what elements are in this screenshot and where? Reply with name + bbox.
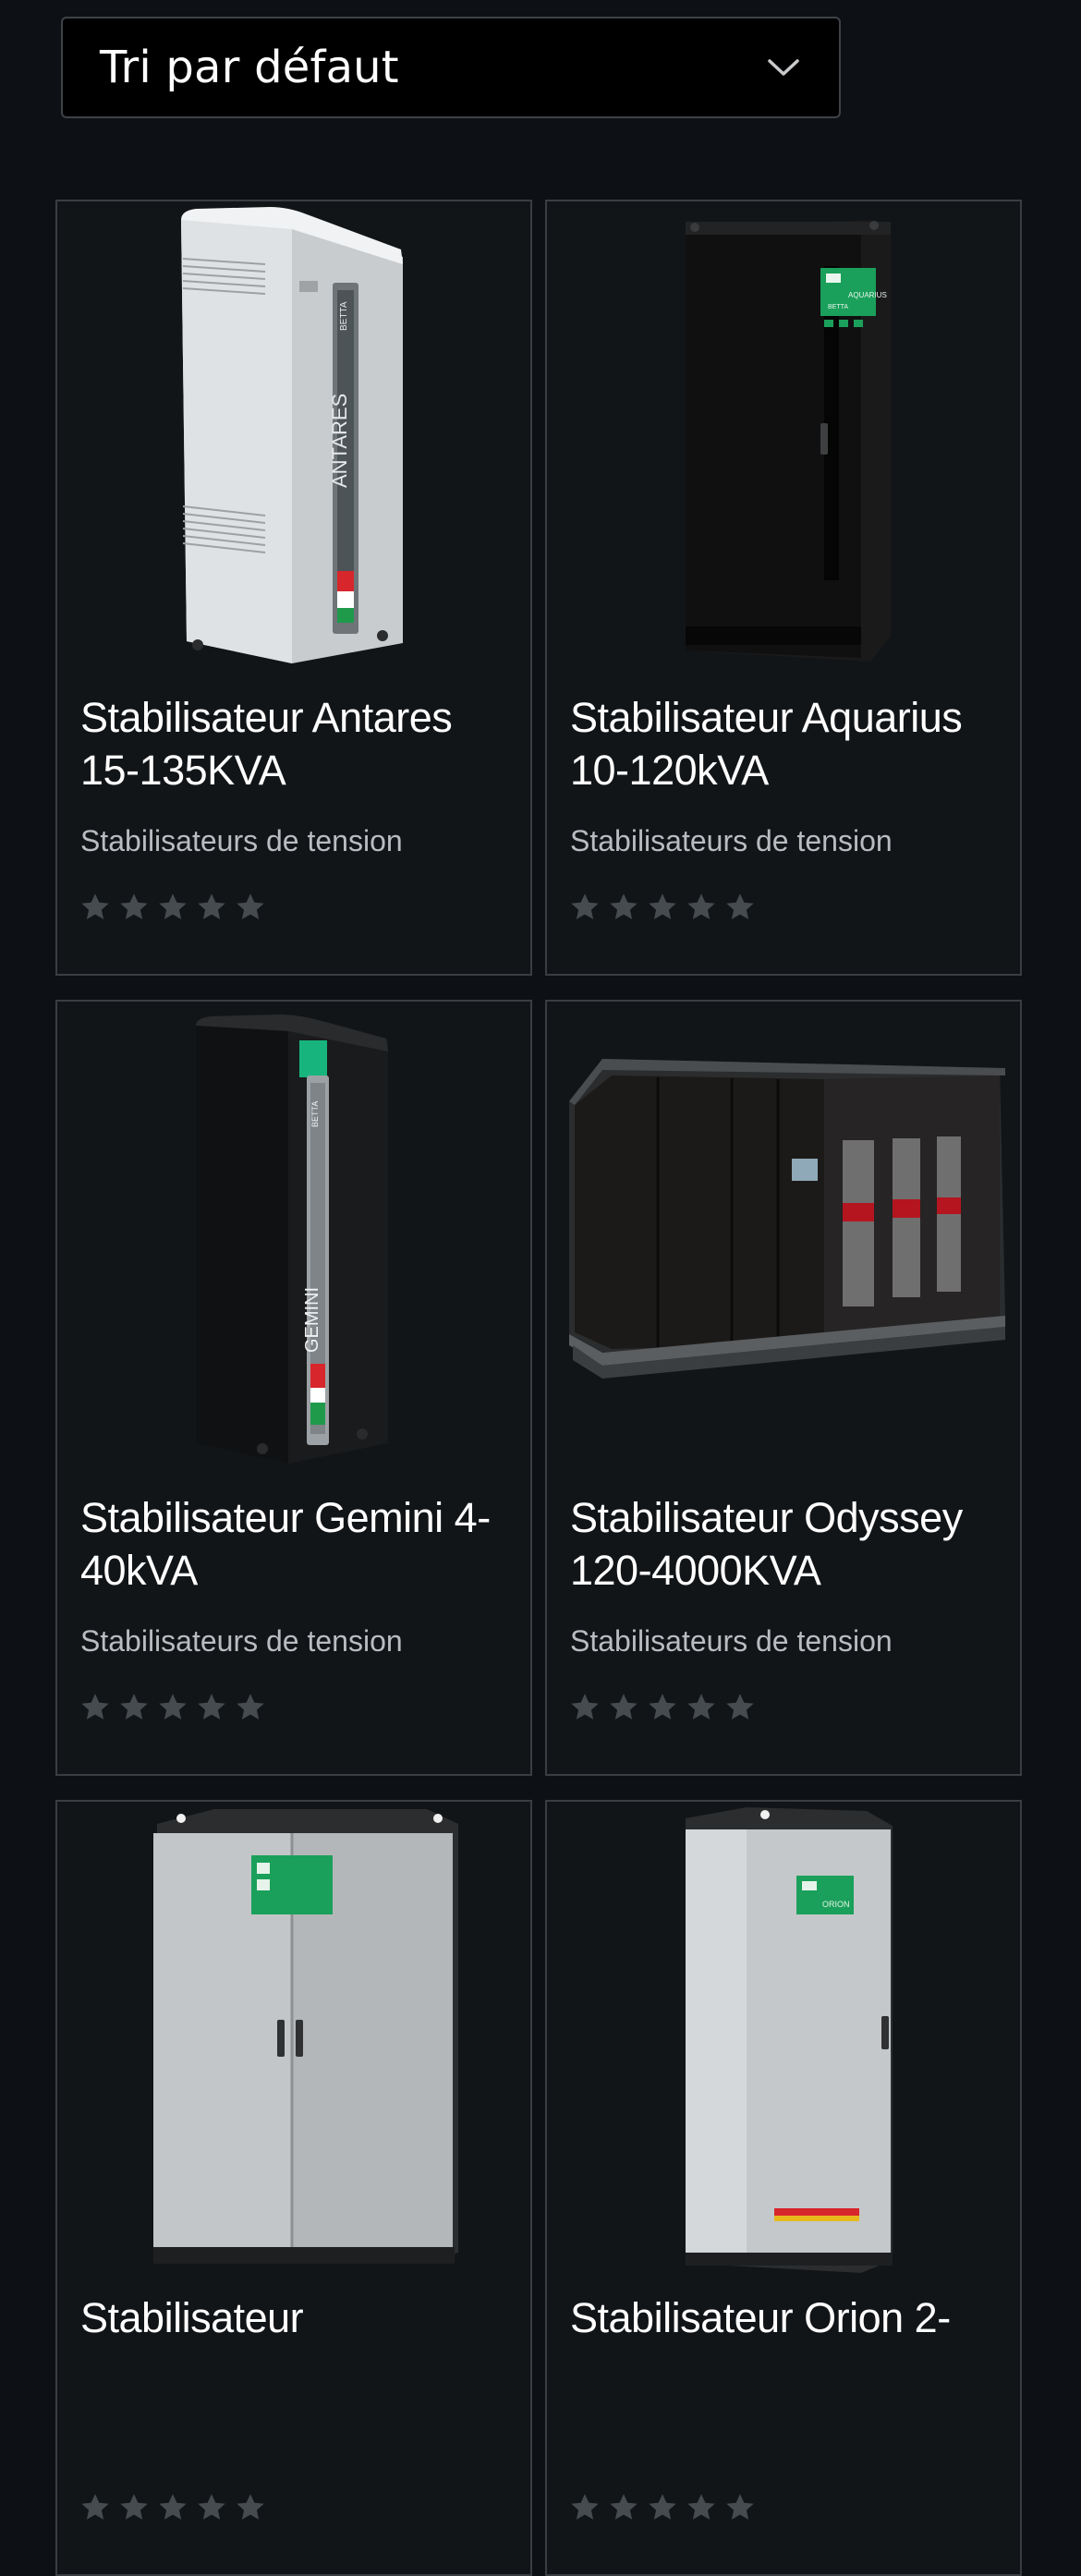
product-image[interactable]: AQUARIUS BETTA [547,201,1020,673]
star-icon [81,893,109,919]
star-icon [81,2494,109,2520]
star-icon [726,2494,754,2520]
sort-dropdown-label: Tri par défaut [100,42,399,93]
star-icon [120,893,148,919]
star-icon [237,1694,264,1719]
star-icon [687,2494,715,2520]
product-category[interactable]: Stabilisateurs de tension [570,1622,893,1659]
cabinet-brand-label: BETTA [828,304,848,310]
star-icon [198,1694,225,1719]
star-icon [159,2494,187,2520]
cabinet-model-label: ORION [822,1900,850,1909]
star-icon [726,893,754,919]
star-icon [159,893,187,919]
product-title[interactable]: Stabilisateur Aquarius 10-120kVA [570,691,1004,796]
star-icon [649,893,676,919]
star-icon [571,1694,599,1719]
star-icon [237,2494,264,2520]
cabinet-model-label: AQUARIUS [848,291,887,299]
star-icon [237,893,264,919]
cabinet-model-label: ANTARES [328,394,351,488]
star-icon [726,1694,754,1719]
product-category[interactable]: Stabilisateurs de tension [570,822,893,859]
star-icon [610,2494,638,2520]
product-card[interactable]: ORION Stabilisateur Orion 2- [545,1800,1022,2576]
product-card[interactable]: Stabilisateur [55,1800,532,2576]
product-card[interactable]: GEMINI BETTA Stabilisateur Gemini 4-40kV… [55,1000,532,1776]
star-icon [687,893,715,919]
cabinet-brand-label: BETTA [310,1101,320,1127]
cabinet-model-label: GEMINI [302,1287,322,1353]
product-title[interactable]: Stabilisateur Orion 2- [570,2291,1004,2344]
star-rating [568,891,757,924]
product-image[interactable]: ANTARES BETTA [57,201,530,673]
star-icon [120,2494,148,2520]
star-icon [649,2494,676,2520]
sort-dropdown[interactable]: Tri par défaut [61,17,841,118]
star-icon [571,2494,599,2520]
star-rating [568,2491,757,2524]
product-category[interactable]: Stabilisateurs de tension [80,822,403,859]
star-icon [610,893,638,919]
star-icon [198,2494,225,2520]
star-icon [610,1694,638,1719]
chevron-down-icon [765,49,802,86]
star-rating [79,1691,267,1724]
product-title[interactable]: Stabilisateur Gemini 4-40kVA [80,1491,515,1597]
product-image[interactable]: ORION [547,1802,1020,2273]
product-card[interactable]: AQUARIUS BETTA Stabilisateur Aquarius 10… [545,200,1022,976]
star-icon [571,893,599,919]
star-icon [687,1694,715,1719]
star-icon [198,893,225,919]
product-card[interactable]: Stabilisateur Odyssey 120-4000KVA Stabil… [545,1000,1022,1776]
star-icon [81,1694,109,1719]
product-title[interactable]: Stabilisateur Odyssey 120-4000KVA [570,1491,1004,1597]
star-icon [649,1694,676,1719]
cabinet-brand-label: BETTA [339,301,349,331]
product-image[interactable] [57,1802,530,2273]
product-card[interactable]: ANTARES BETTA Stabilisateur Antares 15-1… [55,200,532,976]
product-image[interactable]: GEMINI BETTA [57,1002,530,1473]
product-title[interactable]: Stabilisateur Antares 15-135KVA [80,691,515,796]
product-image[interactable] [547,1002,1020,1473]
star-rating [79,2491,267,2524]
star-icon [120,1694,148,1719]
product-title[interactable]: Stabilisateur [80,2291,515,2344]
star-rating [568,1691,757,1724]
product-category[interactable]: Stabilisateurs de tension [80,1622,403,1659]
star-rating [79,891,267,924]
star-icon [159,1694,187,1719]
